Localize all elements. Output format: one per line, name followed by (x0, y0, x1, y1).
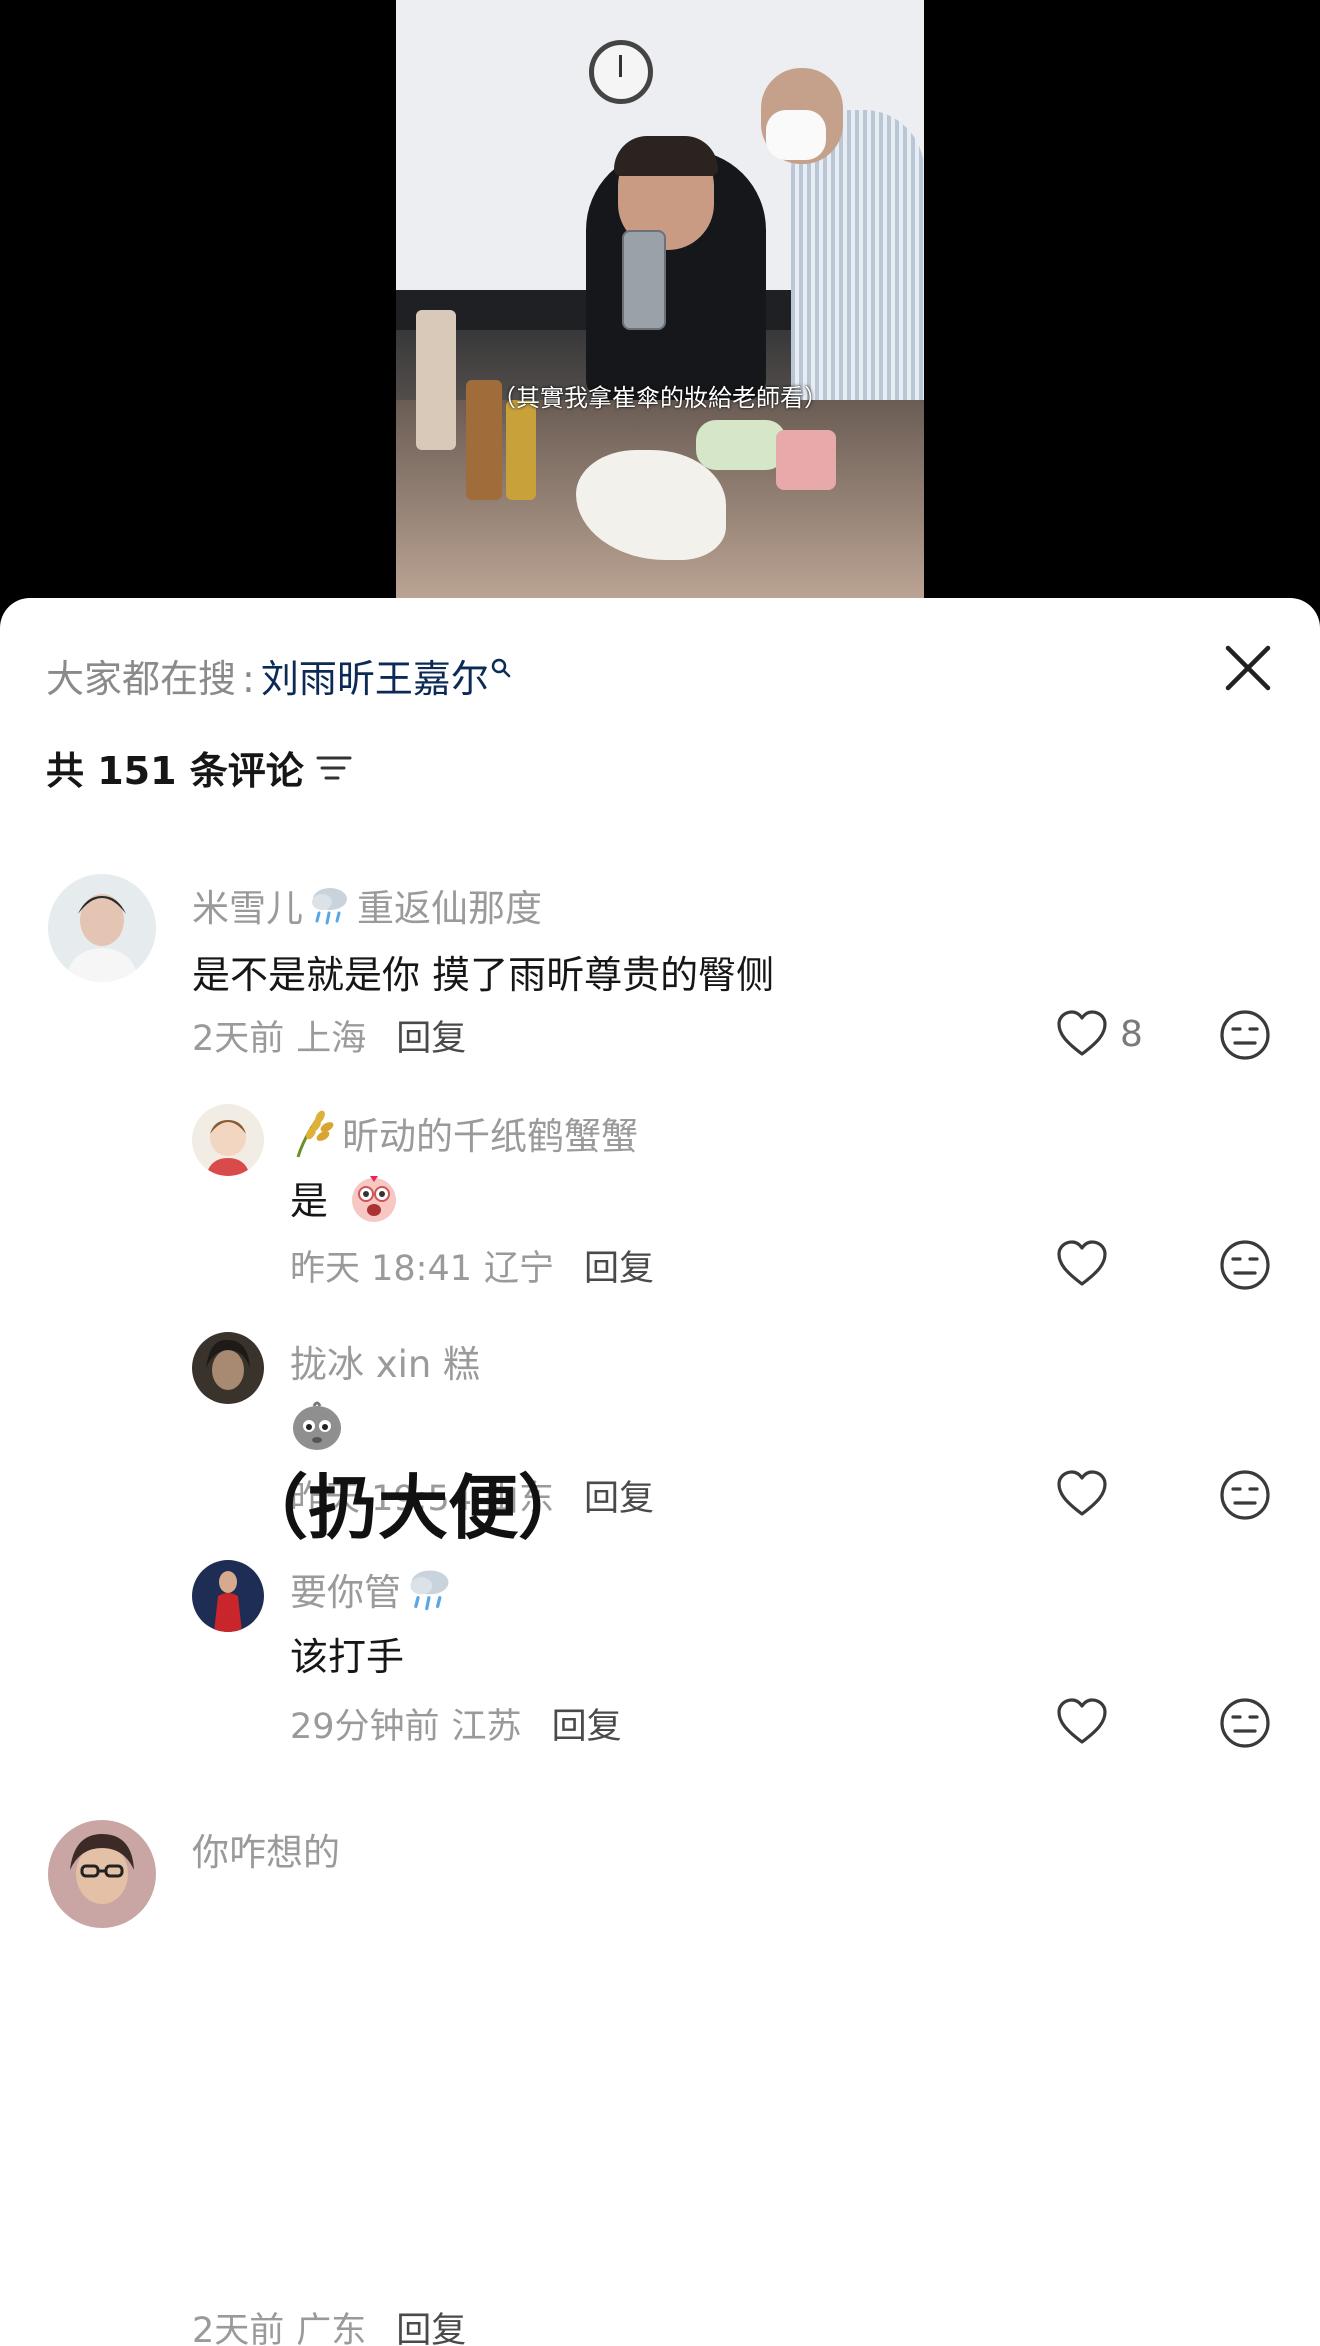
rain-cloud-icon (312, 888, 347, 925)
comment-username[interactable]: 你咋想的 (192, 1822, 340, 1876)
reply-button[interactable]: 回复 (584, 1240, 654, 1291)
comment-location: 辽宁 (484, 1249, 555, 1289)
reply-button[interactable]: 回复 (396, 1010, 466, 1061)
comment-username[interactable]: 昕动的千纸鹤蟹蟹 (290, 1106, 638, 1160)
comment-count-label: 共 151 条评论 (46, 749, 304, 793)
comment-meta: 昨天 18:41 辽宁 回复 (290, 1240, 654, 1291)
username-part: 重返仙那度 (357, 887, 542, 930)
comment-text-content: 是 (290, 1179, 329, 1223)
heart-icon (1057, 1470, 1107, 1516)
comment-meta: 2天前 广东 回复 (192, 2302, 466, 2346)
search-suggestion-term[interactable]: 刘雨昕王嘉尔 (261, 648, 489, 703)
dislike-face-icon[interactable] (1218, 1696, 1272, 1750)
dislike-face-icon[interactable] (1218, 1238, 1272, 1292)
comment-username[interactable]: 拢冰 xin 糕 (290, 1334, 480, 1388)
sort-icon[interactable] (316, 753, 352, 783)
video-person-hair (614, 136, 718, 176)
heart-icon (1057, 1698, 1107, 1744)
comment-meta: 29分钟前 江苏 回复 (290, 1698, 622, 1749)
video-player[interactable]: （其實我拿崔傘的妝給老師看） (396, 0, 924, 610)
like-button[interactable]: 8 (1056, 1010, 1143, 1058)
sad-emoji (293, 1401, 341, 1450)
reply-button[interactable]: 回复 (584, 1470, 654, 1521)
search-icon (491, 658, 511, 678)
comment-sheet: 大家都在搜 : 刘雨昕王嘉尔 共 151 条评论 米雪儿 重返仙那度 是不是就是… (0, 598, 1320, 2346)
rain-cloud-icon (410, 1570, 449, 1611)
avatar[interactable] (192, 1332, 264, 1404)
close-icon[interactable] (1222, 642, 1274, 694)
comment-text: 是不是就是你 摸了雨昕尊贵的臀侧 (192, 953, 775, 997)
dislike-face-icon[interactable] (1218, 1008, 1272, 1062)
comment-text: 是 (290, 1170, 400, 1225)
like-button[interactable] (1056, 1240, 1108, 1288)
comment-location: 江苏 (451, 1707, 522, 1747)
comment-username[interactable]: 要你管 (290, 1562, 455, 1616)
username-text: 拢冰 xin 糕 (290, 1343, 481, 1386)
rice-ear-icon (296, 1110, 334, 1158)
like-button[interactable] (1056, 1470, 1108, 1518)
avatar[interactable] (48, 874, 156, 982)
comment-text (290, 1398, 344, 1452)
reply-button[interactable]: 回复 (396, 2302, 466, 2346)
username-text: 昕动的千纸鹤蟹蟹 (342, 1115, 638, 1158)
video-phone (622, 230, 666, 330)
comment-text: 该打手 (290, 1635, 405, 1679)
scream-face-emoji (352, 1175, 397, 1222)
heart-icon (1057, 1240, 1107, 1286)
dislike-face-icon[interactable] (1218, 1468, 1272, 1522)
wall-clock (589, 40, 653, 104)
avatar[interactable] (192, 1104, 264, 1176)
search-suggestion-label: 大家都在搜 (46, 657, 237, 701)
video-jar (696, 420, 786, 470)
like-button[interactable] (1056, 1698, 1108, 1746)
heart-icon (1057, 1010, 1107, 1056)
comment-time: 2天前 (192, 1019, 285, 1059)
comment-time: 昨天 18:41 (290, 1249, 472, 1289)
comment-username[interactable]: 米雪儿 重返仙那度 (192, 878, 542, 932)
comment-time: 29分钟前 (290, 1707, 440, 1747)
reply-button[interactable]: 回复 (552, 1698, 622, 1749)
username-text: 要你管 (290, 1571, 401, 1614)
comment-count: 共 151 条评论 (46, 740, 352, 795)
search-suggestion-sep: : (242, 657, 255, 701)
comment-location: 上海 (296, 1019, 367, 1059)
video-box (776, 430, 836, 490)
search-suggestion[interactable]: 大家都在搜 : 刘雨昕王嘉尔 (46, 648, 511, 703)
comment-meta: 2天前 上海 回复 (192, 1010, 466, 1061)
like-count: 8 (1120, 1013, 1143, 1055)
video-mask (766, 110, 826, 160)
comment-image-text: （扔大便） (238, 1467, 588, 1549)
comment-time: 2天前 (192, 2311, 285, 2346)
video-bottle (506, 400, 536, 500)
avatar[interactable] (192, 1560, 264, 1632)
avatar[interactable] (48, 1820, 156, 1928)
comment-location: 广东 (296, 2311, 367, 2346)
username-part: 米雪儿 (192, 887, 303, 930)
video-caption: （其實我拿崔傘的妝給老師看） (492, 384, 828, 412)
